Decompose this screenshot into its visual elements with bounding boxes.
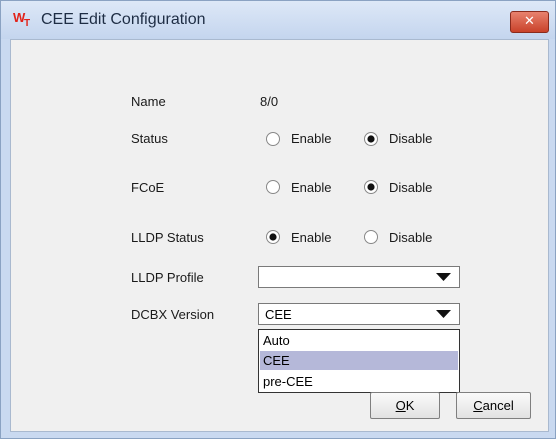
window-title: CEE Edit Configuration <box>41 11 206 28</box>
fcoe-disable-radio[interactable] <box>363 179 379 195</box>
lldp-profile-label: LLDP Profile <box>131 270 204 285</box>
dcbx-option-auto[interactable]: Auto <box>260 331 458 350</box>
chevron-down-icon[interactable] <box>436 273 451 282</box>
title-bar: W T CEE Edit Configuration ✕ <box>1 1 555 39</box>
dcbx-version-dropdown: Auto CEE pre-CEE <box>258 329 460 393</box>
name-value: 8/0 <box>260 94 279 109</box>
dcbx-version-label: DCBX Version <box>131 307 215 322</box>
lldp-enable-label: Enable <box>291 230 332 245</box>
cancel-mnemonic: C <box>473 398 483 413</box>
status-enable-radio[interactable] <box>265 131 281 147</box>
ok-mnemonic: O <box>395 398 406 413</box>
close-icon: ✕ <box>524 14 535 29</box>
lldp-disable-radio[interactable] <box>363 229 379 245</box>
name-label: Name <box>131 94 166 109</box>
fcoe-label: FCoE <box>131 180 165 195</box>
ok-rest: K <box>405 398 415 413</box>
fcoe-disable-label: Disable <box>389 180 433 195</box>
status-disable-radio[interactable] <box>363 131 379 147</box>
dcbx-version-select[interactable]: CEE <box>258 303 460 325</box>
lldp-profile-select[interactable] <box>258 266 460 288</box>
status-label: Status <box>131 131 168 146</box>
lldp-status-label: LLDP Status <box>131 230 204 245</box>
fcoe-enable-radio[interactable] <box>265 179 281 195</box>
chevron-down-icon[interactable] <box>436 310 451 319</box>
cancel-rest: ancel <box>482 398 514 413</box>
svg-text:T: T <box>24 18 30 28</box>
dcbx-version-value: CEE <box>265 307 292 322</box>
fcoe-enable-label: Enable <box>291 180 332 195</box>
dcbx-option-pre-cee[interactable]: pre-CEE <box>260 372 458 391</box>
ok-button[interactable]: OK <box>370 392 440 419</box>
cancel-button[interactable]: Cancel <box>456 392 531 419</box>
lldp-enable-radio[interactable] <box>265 229 281 245</box>
status-disable-label: Disable <box>389 131 433 146</box>
dialog-window: W T CEE Edit Configuration ✕ Name 8/0 St… <box>0 0 556 439</box>
dcbx-option-cee[interactable]: CEE <box>260 351 458 370</box>
lldp-disable-label: Disable <box>389 230 433 245</box>
app-logo-icon: W T <box>13 10 30 28</box>
status-enable-label: Enable <box>291 131 332 146</box>
close-button[interactable]: ✕ <box>510 11 549 33</box>
